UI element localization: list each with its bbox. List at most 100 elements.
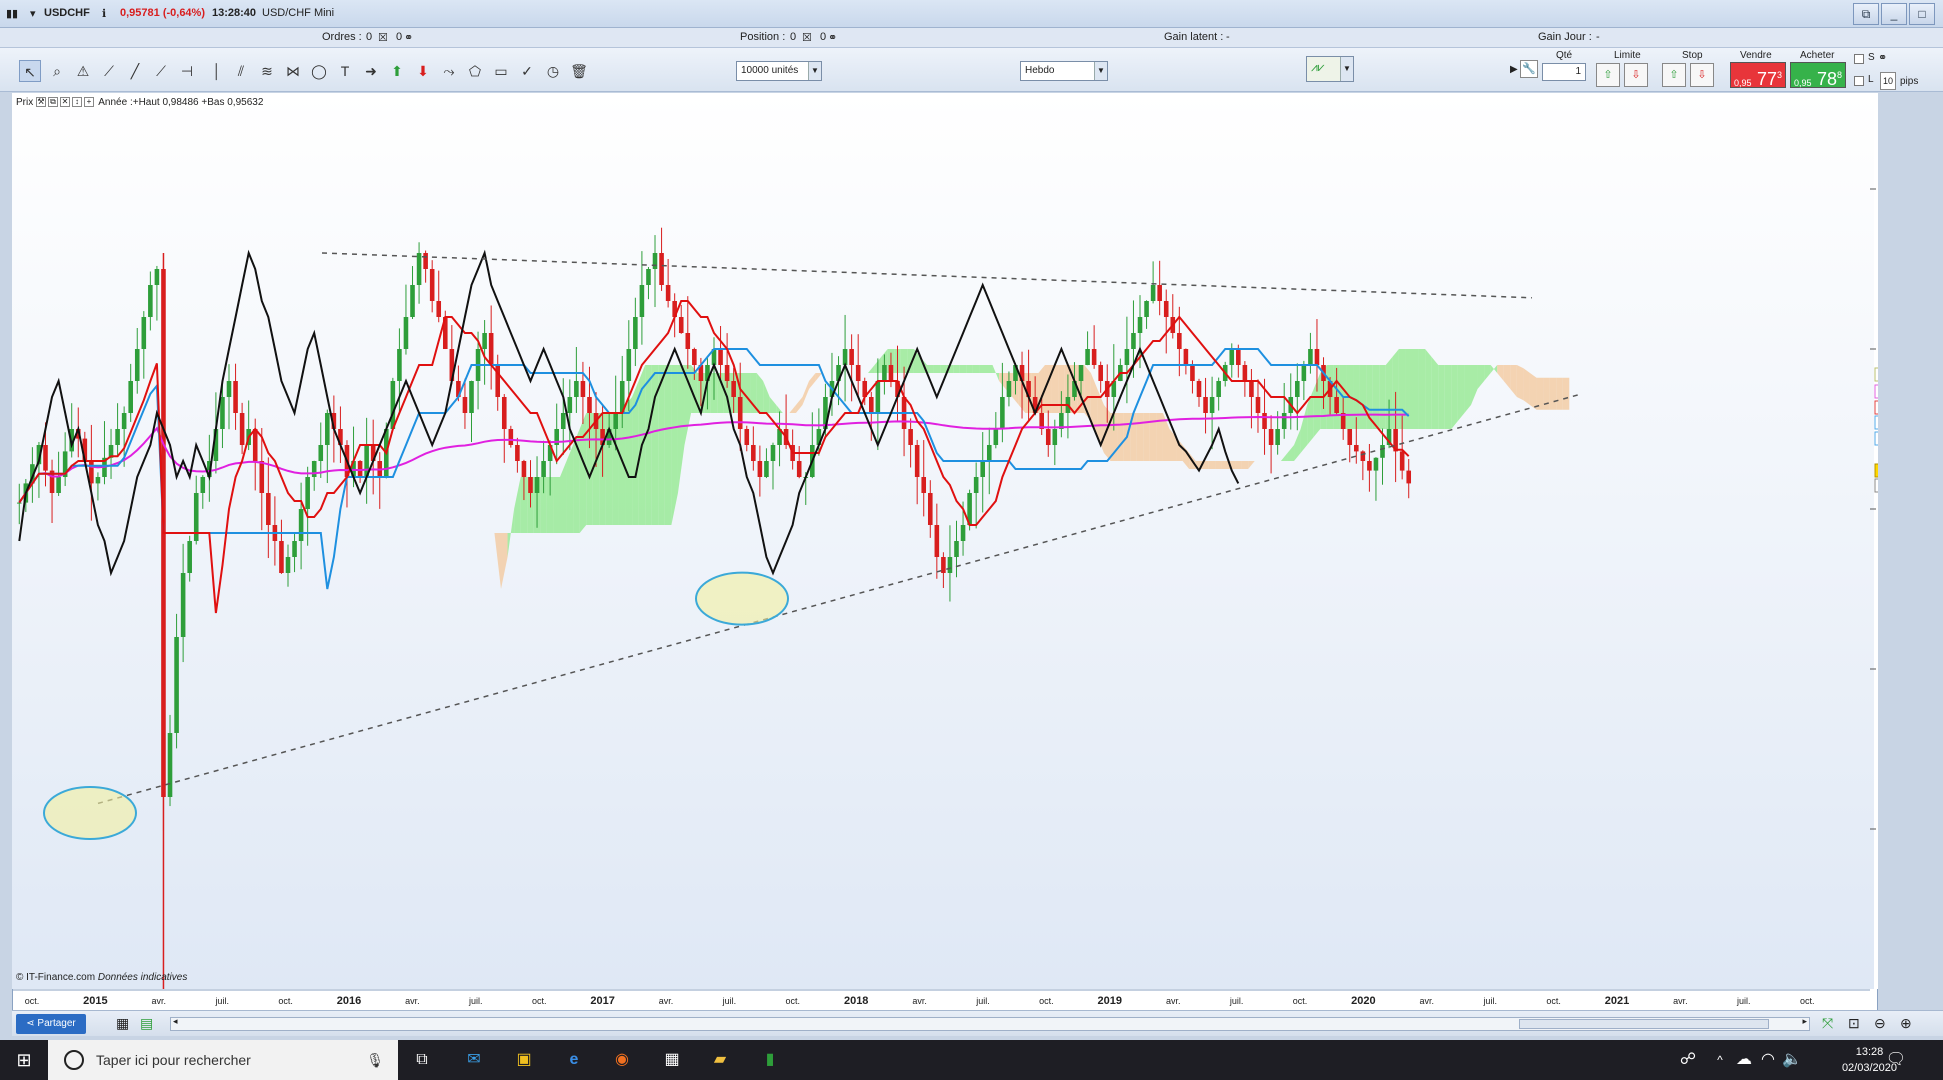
mail-icon[interactable]: ✉ bbox=[462, 1048, 486, 1072]
add-icon[interactable]: + bbox=[84, 97, 95, 108]
chevron-down-icon[interactable]: ▼ bbox=[808, 62, 821, 80]
highlight-ellipse[interactable] bbox=[43, 786, 137, 840]
trash-icon[interactable]: 🗑 bbox=[568, 60, 590, 82]
candle bbox=[757, 461, 763, 477]
right-arrow-icon[interactable]: ➜ bbox=[360, 60, 382, 82]
horizontal-line-icon[interactable]: ⊣ bbox=[176, 60, 198, 82]
copyright-source: © IT-Finance.com bbox=[16, 972, 96, 983]
title-bar: ▮▮ ▾ USDCHF ℹ 0,95781 (-0,64%) 13:28:40 … bbox=[0, 0, 1943, 28]
pointer-icon[interactable]: ↖ bbox=[19, 60, 41, 82]
scroll-left-icon[interactable]: ◂ bbox=[173, 1016, 178, 1027]
down-arrow-icon[interactable]: ⬇ bbox=[412, 60, 434, 82]
text-icon[interactable]: T bbox=[334, 60, 356, 82]
edge-icon[interactable]: e bbox=[562, 1048, 586, 1072]
ichimoku-cloud bbox=[959, 365, 967, 373]
units-select[interactable]: 10000 unités ▼ bbox=[736, 61, 822, 81]
line-icon[interactable]: ╱ bbox=[124, 60, 146, 82]
grid-icon[interactable]: ▤ bbox=[140, 1015, 153, 1032]
restore-icon[interactable]: ⧉ bbox=[1853, 3, 1879, 25]
maximize-icon[interactable]: □ bbox=[1909, 3, 1935, 25]
firefox-icon[interactable]: ◉ bbox=[610, 1048, 634, 1072]
vertical-line-icon[interactable]: │ bbox=[206, 60, 228, 82]
ellipse-icon[interactable]: ◯ bbox=[308, 60, 330, 82]
share-button[interactable]: ⋖ Partager bbox=[16, 1014, 86, 1034]
pips-input[interactable]: 10 bbox=[1880, 72, 1896, 90]
fibonacci-icon[interactable]: ≋ bbox=[256, 60, 278, 82]
link-icon[interactable]: ⚭ bbox=[828, 31, 837, 44]
people-icon[interactable]: ☍ bbox=[1676, 1048, 1700, 1072]
link-icon[interactable]: ⚭ bbox=[404, 31, 413, 44]
wifi-icon[interactable]: ◠ bbox=[1756, 1048, 1780, 1072]
chart-type-select[interactable]: ⩘⩗ ▼ bbox=[1306, 56, 1354, 82]
indicator-icon[interactable]: ↕ bbox=[72, 97, 83, 108]
limit-buy-button[interactable]: ⇧ bbox=[1596, 63, 1620, 87]
buy-button[interactable]: 0,95 788 bbox=[1790, 62, 1846, 89]
up-arrow-icon[interactable]: ⬆ bbox=[386, 60, 408, 82]
chevron-down-icon[interactable]: ▼ bbox=[1340, 57, 1353, 81]
x-tick-label: oct. bbox=[278, 996, 293, 1006]
candle bbox=[685, 333, 691, 349]
chevron-down-icon[interactable]: ▼ bbox=[1094, 62, 1107, 80]
ray-icon[interactable]: ⟋ bbox=[150, 60, 172, 82]
polygon-icon[interactable]: ⬠ bbox=[464, 60, 486, 82]
wrench-icon[interactable]: ⚒ bbox=[36, 97, 47, 108]
store-icon[interactable]: ▣ bbox=[512, 1048, 536, 1072]
scroll-right-icon[interactable]: ▸ bbox=[1802, 1016, 1807, 1027]
rectangle-icon[interactable]: ▭ bbox=[490, 60, 512, 82]
task-view-icon[interactable]: ⧉ bbox=[410, 1048, 434, 1072]
qty-input[interactable]: 1 bbox=[1542, 63, 1586, 81]
gann-icon[interactable]: ⋈ bbox=[282, 60, 304, 82]
auto-scale-icon[interactable]: ⤧ bbox=[1822, 1015, 1833, 1032]
plot-area[interactable] bbox=[12, 93, 1874, 989]
ichimoku-cloud bbox=[1516, 365, 1524, 401]
taskbar-search[interactable]: Taper ici pour rechercher 🎙 bbox=[48, 1040, 398, 1080]
highlight-ellipse[interactable] bbox=[695, 571, 789, 626]
stop-sell-button[interactable]: ⇩ bbox=[1690, 63, 1714, 87]
copy-icon[interactable]: ⧉ bbox=[48, 97, 59, 108]
candle bbox=[908, 429, 913, 445]
chevron-down-icon[interactable]: ▾ bbox=[30, 7, 36, 20]
trading-app-icon[interactable]: ▮ bbox=[758, 1048, 782, 1072]
zoom-out-icon[interactable]: ⊖ bbox=[1874, 1015, 1886, 1032]
zoom-fit-icon[interactable]: ⊡ bbox=[1848, 1015, 1860, 1032]
limit-checkbox[interactable] bbox=[1854, 76, 1864, 86]
zoom-in-icon[interactable]: ⊕ bbox=[1900, 1015, 1912, 1032]
period-select[interactable]: Hebdo ▼ bbox=[1020, 61, 1108, 81]
alert-icon[interactable]: ⚠ bbox=[72, 60, 94, 82]
notification-icon[interactable]: 🗨 bbox=[1884, 1048, 1908, 1072]
candle bbox=[1347, 429, 1353, 445]
microphone-icon[interactable]: 🎙 bbox=[366, 1040, 384, 1080]
stop-checkbox[interactable] bbox=[1854, 54, 1864, 64]
stop-buy-button[interactable]: ⇧ bbox=[1662, 63, 1686, 87]
chevron-up-icon[interactable]: ^ bbox=[1708, 1048, 1732, 1072]
folder-icon[interactable]: ▰ bbox=[708, 1048, 732, 1072]
horizontal-scrollbar[interactable]: ◂ ▸ bbox=[170, 1016, 1810, 1031]
minimize-icon[interactable]: _ bbox=[1881, 3, 1907, 25]
close-icon[interactable]: ✕ bbox=[60, 97, 71, 108]
link-icon[interactable]: ⚭ bbox=[1878, 51, 1887, 64]
limit-sell-button[interactable]: ⇩ bbox=[1624, 63, 1648, 87]
units-select-value: 10000 unités bbox=[741, 65, 799, 76]
clock-icon[interactable]: ◷ bbox=[542, 60, 564, 82]
ruler-icon[interactable]: ⟋ bbox=[98, 60, 120, 82]
wrench-icon[interactable]: 🔧 bbox=[1520, 60, 1538, 78]
calculator-icon[interactable]: ▦ bbox=[660, 1048, 684, 1072]
orders-value: 0 bbox=[366, 31, 373, 43]
scroll-thumb[interactable] bbox=[1519, 1019, 1769, 1029]
symbol-label[interactable]: USDCHF bbox=[44, 7, 90, 19]
candle bbox=[1190, 365, 1195, 381]
zoom-icon[interactable]: ⌕ bbox=[46, 60, 68, 82]
close-icon[interactable]: ☒ bbox=[378, 31, 388, 44]
cloud-icon[interactable]: ☁ bbox=[1732, 1048, 1756, 1072]
volume-icon[interactable]: 🔈 bbox=[1780, 1048, 1804, 1072]
checkmark-icon[interactable]: ✓ bbox=[516, 60, 538, 82]
windows-start-icon[interactable]: ⊞ bbox=[12, 1048, 36, 1072]
close-icon[interactable]: ☒ bbox=[802, 31, 812, 44]
channel-icon[interactable]: ⫽ bbox=[230, 60, 252, 82]
sell-button[interactable]: 0,95 773 bbox=[1730, 62, 1786, 89]
layout-icon[interactable]: ▦ bbox=[116, 1015, 129, 1032]
price-chart[interactable]: 1,0510,950,90,85oct.2015avr.juil.oct.201… bbox=[12, 93, 1878, 1023]
x-tick-label: avr. bbox=[659, 996, 674, 1006]
chevron-right-icon[interactable]: ▶ bbox=[1510, 64, 1518, 75]
trend-icon[interactable]: ⤳ bbox=[438, 60, 460, 82]
